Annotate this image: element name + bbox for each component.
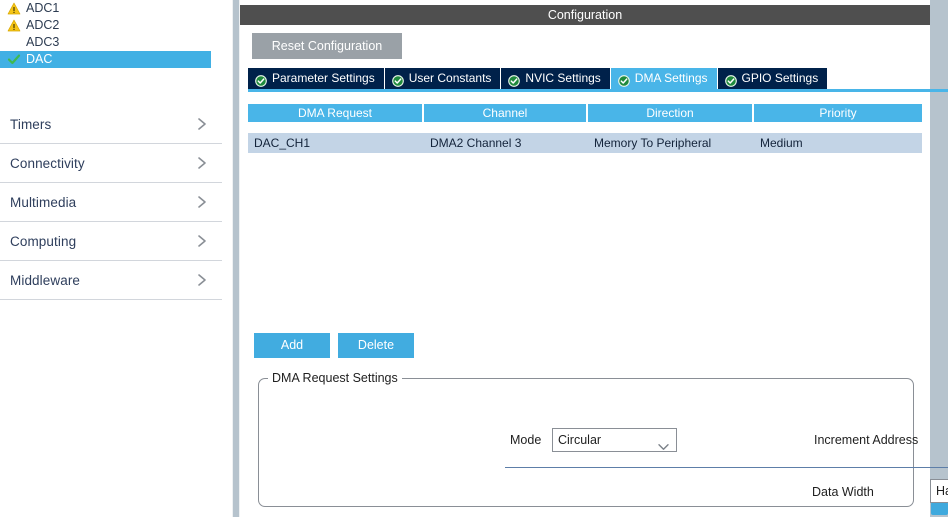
app-root: ADC1 ADC2 ADC3 DAC Timers Connectivity M… — [0, 0, 948, 517]
tab-label: GPIO Settings — [741, 71, 819, 85]
check-icon — [7, 53, 21, 66]
category-label: Timers — [10, 116, 52, 132]
chevron-right-icon — [197, 156, 208, 170]
category-list: Timers Connectivity Multimedia Computing — [0, 105, 222, 300]
sidebar-category-computing[interactable]: Computing — [0, 222, 222, 261]
sidebar-category-timers[interactable]: Timers — [0, 105, 222, 144]
panel-splitter[interactable] — [232, 0, 240, 517]
tab-gpio-settings[interactable]: GPIO Settings — [717, 68, 828, 89]
tab-nvic-settings[interactable]: NVIC Settings — [501, 68, 611, 89]
dma-request-table: DMA Request Channel Direction Priority D… — [248, 96, 922, 153]
sidebar-category-multimedia[interactable]: Multimedia — [0, 183, 222, 222]
right-gutter — [930, 0, 948, 517]
category-label: Computing — [10, 233, 77, 249]
sidebar-item-adc3[interactable]: ADC3 — [0, 34, 222, 51]
check-circle-icon — [508, 73, 521, 87]
warning-icon — [7, 19, 21, 32]
increment-address-label: Increment Address — [814, 433, 919, 447]
sidebar-item-adc1[interactable]: ADC1 — [0, 0, 222, 17]
data-width-peripheral-select[interactable]: Half Word — [930, 479, 948, 503]
tab-underline — [248, 89, 948, 92]
data-width-peripheral-value: Half Word — [936, 484, 948, 498]
horizontal-divider — [505, 467, 948, 468]
sidebar-item-label: ADC2 — [26, 18, 60, 32]
chevron-right-icon — [197, 234, 208, 248]
sidebar-item-label: ADC1 — [26, 1, 60, 15]
panel-title: Configuration — [240, 5, 930, 25]
cell-priority: Medium — [760, 136, 803, 150]
tab-user-constants[interactable]: User Constants — [384, 68, 502, 89]
sidebar-category-middleware[interactable]: Middleware — [0, 261, 222, 300]
tab-label: Parameter Settings — [272, 71, 375, 85]
table-header-row: DMA Request Channel Direction Priority — [248, 104, 922, 122]
category-label: Connectivity — [10, 155, 85, 171]
chevron-right-icon — [197, 273, 208, 287]
chevron-right-icon — [197, 195, 208, 209]
check-circle-icon — [617, 73, 630, 87]
mode-select[interactable]: Circular — [552, 428, 677, 452]
delete-button[interactable]: Delete — [338, 333, 414, 358]
sidebar-item-label: ADC3 — [26, 35, 60, 49]
tab-dma-settings[interactable]: DMA Settings — [610, 68, 718, 89]
mode-value: Circular — [558, 433, 602, 447]
data-width-label: Data Width — [812, 485, 874, 499]
settings-tabstrip: Parameter Settings User Constants NVIC S… — [248, 68, 908, 89]
column-header-dma-request[interactable]: DMA Request — [248, 104, 424, 122]
column-header-priority[interactable]: Priority — [754, 104, 922, 122]
cell-direction: Memory To Peripheral — [594, 136, 712, 150]
check-circle-icon — [724, 73, 737, 87]
category-label: Middleware — [10, 272, 81, 288]
table-row[interactable]: DAC_CH1 DMA2 Channel 3 Memory To Periphe… — [248, 133, 922, 153]
mode-label: Mode — [510, 433, 542, 447]
check-circle-icon — [391, 73, 404, 87]
category-label: Multimedia — [10, 194, 77, 210]
warning-icon — [7, 2, 21, 15]
column-label-peripheral: Peripheral — [926, 396, 948, 410]
chevron-right-icon — [197, 117, 208, 131]
tab-label: NVIC Settings — [525, 71, 601, 85]
cell-dma-request: DAC_CH1 — [254, 136, 311, 150]
column-header-direction[interactable]: Direction — [588, 104, 754, 122]
group-title: DMA Request Settings — [268, 371, 402, 385]
check-circle-icon — [255, 73, 267, 87]
configuration-panel: Configuration Reset Configuration Parame… — [240, 0, 948, 517]
cell-channel: DMA2 Channel 3 — [430, 136, 522, 150]
scrollbar-thumb[interactable] — [931, 502, 948, 515]
tab-parameter-settings[interactable]: Parameter Settings — [248, 68, 385, 89]
add-button[interactable]: Add — [254, 333, 330, 358]
tab-label: DMA Settings — [634, 71, 708, 85]
peripheral-list: ADC1 ADC2 ADC3 DAC — [0, 0, 222, 68]
sidebar-category-connectivity[interactable]: Connectivity — [0, 144, 222, 183]
tab-label: User Constants — [408, 71, 492, 85]
sidebar-item-label: DAC — [26, 52, 53, 66]
reset-configuration-button[interactable]: Reset Configuration — [252, 33, 402, 59]
peripheral-sidebar: ADC1 ADC2 ADC3 DAC Timers Connectivity M… — [0, 0, 232, 517]
chevron-down-icon — [658, 436, 669, 450]
sidebar-item-dac[interactable]: DAC — [0, 51, 211, 68]
sidebar-item-adc2[interactable]: ADC2 — [0, 17, 222, 34]
column-header-channel[interactable]: Channel — [424, 104, 588, 122]
